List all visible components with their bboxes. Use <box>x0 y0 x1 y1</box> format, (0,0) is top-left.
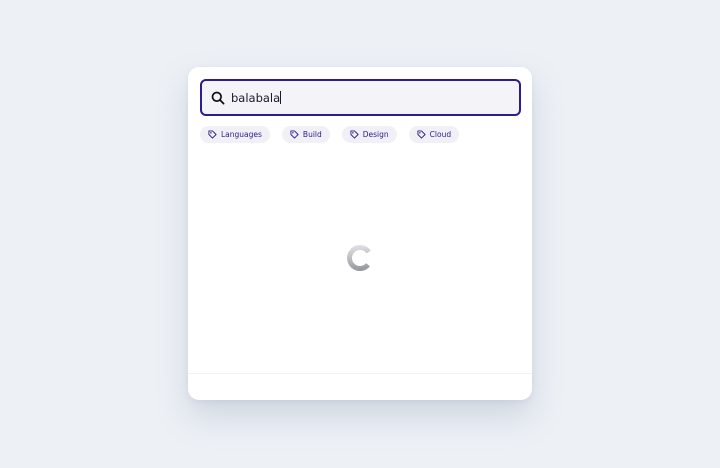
search-input[interactable]: balabala <box>231 90 282 105</box>
chip-label: Build <box>302 130 322 139</box>
search-input-value: balabala <box>231 90 281 105</box>
tag-icon <box>290 130 299 139</box>
tag-icon <box>350 130 359 139</box>
search-dialog: balabala Languages Build Design Cloud <box>188 67 532 400</box>
tag-icon <box>417 130 426 139</box>
chip-cloud[interactable]: Cloud <box>408 126 460 143</box>
tag-icon <box>208 130 217 139</box>
chip-design[interactable]: Design <box>341 126 397 143</box>
search-icon <box>211 91 225 105</box>
text-caret <box>280 91 282 104</box>
chip-label: Cloud <box>429 130 452 139</box>
chip-languages[interactable]: Languages <box>200 126 270 143</box>
chip-build[interactable]: Build <box>281 126 330 143</box>
loading-spinner-icon <box>346 244 374 272</box>
footer-divider <box>188 373 532 374</box>
filter-chips: Languages Build Design Cloud <box>200 126 460 143</box>
search-box[interactable]: balabala <box>200 79 521 116</box>
chip-label: Design <box>362 130 389 139</box>
chip-label: Languages <box>221 130 262 139</box>
